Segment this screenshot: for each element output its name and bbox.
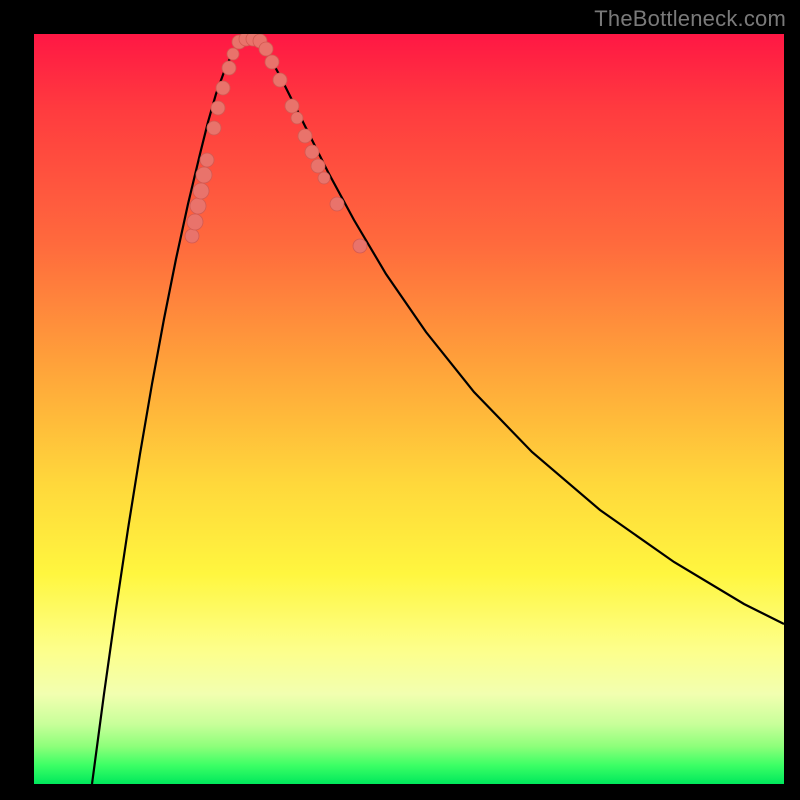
sample-dot [311,159,325,173]
sample-dot [353,239,367,253]
left-branch-curve [92,40,242,784]
sample-dots [185,34,367,253]
right-branch-curve [256,40,784,624]
sample-dot [196,167,212,183]
sample-dot [190,198,206,214]
sample-dot [298,129,312,143]
sample-dot [291,112,303,124]
sample-dot [259,42,273,56]
sample-dot [187,214,203,230]
sample-dot [273,73,287,87]
curve-layer [34,34,784,784]
sample-dot [222,61,236,75]
sample-dot [185,229,199,243]
sample-dot [200,153,214,167]
sample-dot [211,101,225,115]
sample-dot [193,183,209,199]
sample-dot [227,48,239,60]
sample-dot [330,197,344,211]
sample-dot [318,172,330,184]
sample-dot [305,145,319,159]
sample-dot [285,99,299,113]
sample-dot [216,81,230,95]
sample-dot [265,55,279,69]
sample-dot [207,121,221,135]
watermark-text: TheBottleneck.com [594,6,786,32]
chart-frame: TheBottleneck.com [0,0,800,800]
plot-area [34,34,784,784]
